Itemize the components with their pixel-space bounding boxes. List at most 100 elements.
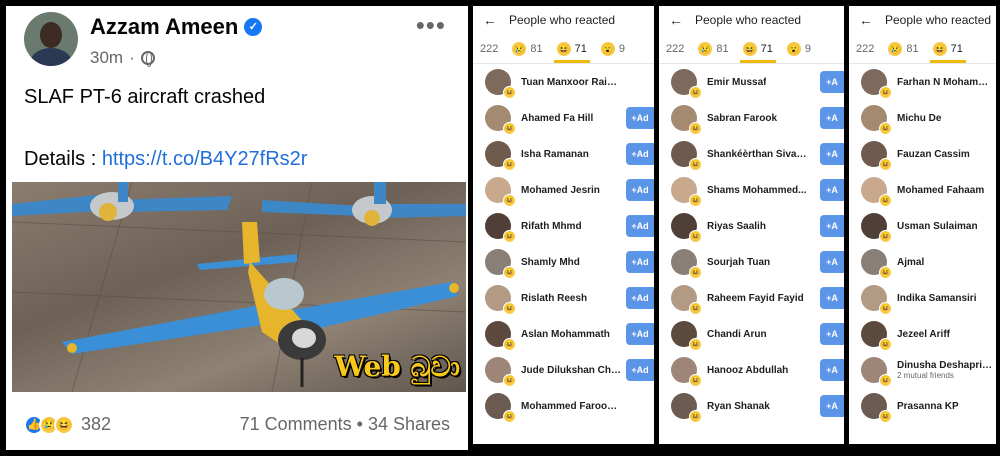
- add-friend-button[interactable]: + Ad: [626, 179, 654, 201]
- avatar[interactable]: 😆: [485, 285, 516, 315]
- add-friend-button[interactable]: + A: [820, 143, 844, 165]
- details-link[interactable]: https://t.co/B4Y27fRs2r: [102, 148, 308, 170]
- author-avatar[interactable]: [24, 12, 78, 66]
- list-item[interactable]: 😆 Jezeel Ariff: [849, 316, 996, 352]
- back-arrow-icon[interactable]: ←: [669, 12, 683, 28]
- reaction-tab[interactable]: 222: [473, 34, 505, 63]
- avatar[interactable]: 😆: [671, 141, 702, 171]
- avatar[interactable]: 😆: [485, 357, 516, 387]
- person-name[interactable]: Jude Dilukshan Chri...: [521, 365, 623, 376]
- avatar[interactable]: 😆: [671, 285, 702, 315]
- person-name[interactable]: Rifath Mhmd: [521, 221, 582, 232]
- person-name[interactable]: Mohamed Fahaam: [897, 185, 984, 196]
- reaction-tab[interactable]: 222: [849, 34, 881, 63]
- person-name[interactable]: Farhan N Mohammed: [897, 77, 996, 88]
- list-item[interactable]: 😆 Jude Dilukshan Chri... + Ad: [473, 352, 654, 388]
- avatar[interactable]: 😆: [671, 213, 702, 243]
- avatar[interactable]: 😆: [671, 177, 702, 207]
- post-time[interactable]: 30m: [90, 48, 123, 68]
- avatar[interactable]: 😆: [485, 141, 516, 171]
- avatar[interactable]: 😆: [671, 105, 702, 135]
- list-item[interactable]: 😆 Sourjah Tuan + A: [659, 244, 844, 280]
- list-item[interactable]: 😆 Ahamed Fa Hill + Ad: [473, 100, 654, 136]
- avatar[interactable]: 😆: [485, 213, 516, 243]
- reaction-tab[interactable]: 222: [659, 34, 691, 63]
- list-item[interactable]: 😆 Chandi Arun + A: [659, 316, 844, 352]
- person-name[interactable]: Isha Ramanan: [521, 149, 589, 160]
- add-friend-button[interactable]: + Ad: [626, 215, 654, 237]
- person-name[interactable]: Mohammed Farooq Ahmed: [521, 401, 623, 412]
- person-name[interactable]: Mohamed Jesrin: [521, 185, 600, 196]
- list-item[interactable]: 😆 Mohammed Farooq Ahmed: [473, 388, 654, 424]
- list-item[interactable]: 😆 Aslan Mohammath + Ad: [473, 316, 654, 352]
- person-name[interactable]: Dinusha Deshapriya... 2 mutual friends: [897, 360, 996, 380]
- person-name[interactable]: Sourjah Tuan: [707, 257, 770, 268]
- list-item[interactable]: 😆 Shamly Mhd + Ad: [473, 244, 654, 280]
- person-name[interactable]: Shams Mohammed...: [707, 185, 806, 196]
- avatar[interactable]: 😆: [671, 321, 702, 351]
- person-name[interactable]: Hanooz Abdullah: [707, 365, 788, 376]
- person-name[interactable]: Chandi Arun: [707, 329, 767, 340]
- reaction-tab[interactable]: 😢 81: [881, 34, 925, 63]
- list-item[interactable]: 😆 Mohamed Jesrin + Ad: [473, 172, 654, 208]
- more-options-button[interactable]: •••: [416, 10, 446, 41]
- avatar[interactable]: 😆: [861, 393, 892, 423]
- list-item[interactable]: 😆 Ryan Shanak + A: [659, 388, 844, 424]
- add-friend-button[interactable]: + Ad: [626, 287, 654, 309]
- person-name[interactable]: Fauzan Cassim: [897, 149, 970, 160]
- add-friend-button[interactable]: + Ad: [626, 359, 654, 381]
- avatar[interactable]: 😆: [861, 321, 892, 351]
- person-name[interactable]: Aslan Mohammath: [521, 329, 610, 340]
- list-item[interactable]: 😆 Šhankéèrthan Šivap... + A: [659, 136, 844, 172]
- list-item[interactable]: 😆 Fauzan Cassim: [849, 136, 996, 172]
- back-arrow-icon[interactable]: ←: [859, 12, 873, 28]
- avatar[interactable]: 😆: [485, 69, 516, 99]
- list-item[interactable]: 😆 Michu De: [849, 100, 996, 136]
- list-item[interactable]: 😆 Shams Mohammed... + A: [659, 172, 844, 208]
- avatar[interactable]: 😆: [861, 285, 892, 315]
- list-item[interactable]: 😆 Mohamed Fahaam: [849, 172, 996, 208]
- person-name[interactable]: Rislath Reesh: [521, 293, 587, 304]
- avatar[interactable]: 😆: [861, 177, 892, 207]
- reaction-tab[interactable]: 😆 71: [926, 34, 970, 63]
- person-name[interactable]: Emir Mussaf: [707, 77, 766, 88]
- avatar[interactable]: 😆: [485, 177, 516, 207]
- person-name[interactable]: Šhankéèrthan Šivap...: [707, 149, 809, 160]
- person-name[interactable]: Ahamed Fa Hill: [521, 113, 593, 124]
- add-friend-button[interactable]: + A: [820, 359, 844, 381]
- add-friend-button[interactable]: + A: [820, 107, 844, 129]
- person-name[interactable]: Ajmal: [897, 257, 924, 268]
- add-friend-button[interactable]: + A: [820, 179, 844, 201]
- list-item[interactable]: 😆 Hanooz Abdullah + A: [659, 352, 844, 388]
- avatar[interactable]: 😆: [861, 141, 892, 171]
- list-item[interactable]: 😆 Dinusha Deshapriya... 2 mutual friends: [849, 352, 996, 388]
- person-name[interactable]: Ryan Shanak: [707, 401, 770, 412]
- person-name[interactable]: Shamly Mhd: [521, 257, 580, 268]
- avatar[interactable]: 😆: [671, 393, 702, 423]
- list-item[interactable]: 😆 Prasanna KP: [849, 388, 996, 424]
- avatar[interactable]: 😆: [861, 357, 892, 387]
- add-friend-button[interactable]: + A: [820, 323, 844, 345]
- avatar[interactable]: 😆: [485, 105, 516, 135]
- list-item[interactable]: 😆 Riyas Saalih + A: [659, 208, 844, 244]
- avatar[interactable]: 😆: [485, 249, 516, 279]
- author-name-row[interactable]: Azzam Ameen ✓: [90, 14, 263, 40]
- avatar[interactable]: 😆: [861, 105, 892, 135]
- person-name[interactable]: Usman Sulaiman: [897, 221, 978, 232]
- comments-shares-count[interactable]: 71 Comments • 34 Shares: [240, 414, 450, 435]
- person-name[interactable]: Prasanna KP: [897, 401, 959, 412]
- list-item[interactable]: 😆 Raheem Fayid Fayid + A: [659, 280, 844, 316]
- reaction-tab[interactable]: 😢 81: [505, 34, 549, 63]
- list-item[interactable]: 😆 Sabran Farook + A: [659, 100, 844, 136]
- list-item[interactable]: 😆 Isha Ramanan + Ad: [473, 136, 654, 172]
- add-friend-button[interactable]: + Ad: [626, 107, 654, 129]
- person-name[interactable]: Riyas Saalih: [707, 221, 766, 232]
- reaction-summary[interactable]: 👍 😢 😆 382: [24, 414, 111, 435]
- add-friend-button[interactable]: + A: [820, 395, 844, 417]
- list-item[interactable]: 😆 Farhan N Mohammed: [849, 64, 996, 100]
- list-item[interactable]: 😆 Emir Mussaf + A: [659, 64, 844, 100]
- add-friend-button[interactable]: + Ad: [626, 251, 654, 273]
- person-name[interactable]: Sabran Farook: [707, 113, 777, 124]
- reaction-tab[interactable]: 😆 71: [550, 34, 594, 63]
- reaction-count[interactable]: 382: [81, 414, 111, 435]
